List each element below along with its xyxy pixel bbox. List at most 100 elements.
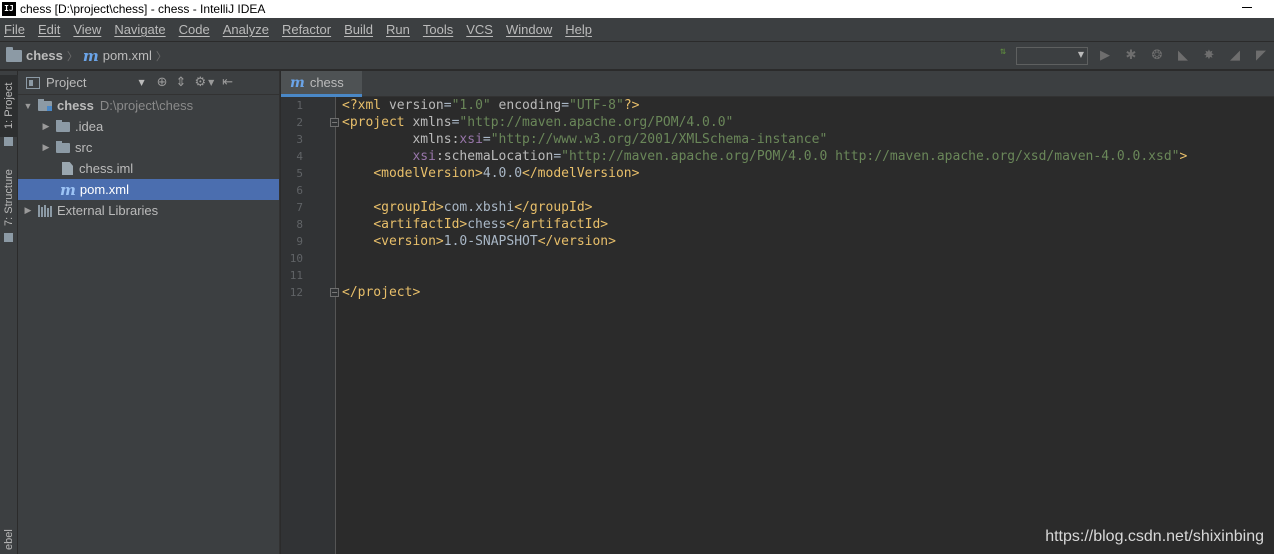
tree-item-external-libraries[interactable]: ▶ External Libraries [18,200,279,221]
line-number: 6 [296,184,303,197]
tab-chess-pom[interactable]: m chess [281,71,362,97]
build-icon[interactable]: ✸ [1200,47,1218,65]
menu-analyze[interactable]: Analyze [221,22,269,37]
menu-tools[interactable]: Tools [421,22,453,37]
line-number: 1 [296,99,303,112]
tree-item-label: chess.iml [79,161,134,176]
line-number: 3 [296,133,303,146]
line-number: 10 [289,252,303,265]
breadcrumb-project[interactable]: chess [6,46,63,63]
collapse-all-icon[interactable]: ⇕ [176,75,187,90]
navigation-bar: chess 〉 m pom.xml 〉 ⇅ ▶ ✱ ❂ ◣ ✸ ◢ ◤ [0,42,1274,70]
menu-run[interactable]: Run [384,22,410,37]
code-line-9: <version>1.0-SNAPSHOT</version> [373,234,616,249]
breadcrumb-file[interactable]: m pom.xml [83,47,152,65]
expanded-arrow-icon[interactable]: ▼ [22,101,34,111]
line-number: 12 [289,286,303,299]
menu-refactor[interactable]: Refactor [280,22,331,37]
tab-structure-tool[interactable]: 7: Structure [0,165,18,231]
module-folder-icon [38,98,52,111]
maven-icon: m [290,74,305,91]
folder-icon [56,140,70,153]
project-tree: ▼ chess D:\project\chess ▶ .idea ▶ src c… [18,95,279,221]
code-editor[interactable]: <?xml version="1.0" encoding="UTF-8"?> <… [342,97,1272,554]
minimize-icon[interactable] [1242,7,1252,8]
fold-collapse-icon[interactable]: − [330,118,339,127]
line-number: 8 [296,218,303,231]
gear-dropdown-icon[interactable]: ▼ [208,78,214,87]
run-configuration-select[interactable] [1016,47,1088,65]
window-title: chess [D:\project\chess] - chess - Intel… [20,2,266,16]
stop-icon[interactable]: ◢ [1226,47,1244,65]
tab-bottom-tool[interactable]: ebel [0,526,18,554]
project-panel-header: Project ▼ ⊕ ⇕ ⚙ ▼ ⇤ [18,71,279,95]
collapsed-arrow-icon[interactable]: ▶ [40,121,52,132]
menu-code[interactable]: Code [177,22,210,37]
editor-tab-bar: m chess [281,71,1274,97]
menu-navigate[interactable]: Navigate [112,22,165,37]
tree-item-pom-xml[interactable]: m pom.xml [18,179,279,200]
watermark: https://blog.csdn.net/shixinbing [1045,528,1264,545]
maven-icon: m [82,46,99,65]
line-number: 4 [296,150,303,163]
tree-item-chess[interactable]: ▼ chess D:\project\chess [18,95,279,116]
tree-item-label: External Libraries [57,203,159,218]
file-icon [62,162,73,175]
menu-build[interactable]: Build [342,22,373,37]
tree-item-label: chess [57,98,94,113]
tree-item-src[interactable]: ▶ src [18,137,279,158]
tree-item-label: src [75,140,93,155]
debug-icon[interactable]: ✱ [1122,47,1140,65]
main-toolbar: ⇅ ▶ ✱ ❂ ◣ ✸ ◢ ◤ [988,42,1274,70]
folder-icon [6,46,22,62]
project-panel: Project ▼ ⊕ ⇕ ⚙ ▼ ⇤ ▼ chess D:\project\c… [18,71,280,554]
run-icon[interactable]: ▶ [1096,47,1114,65]
tree-item-label: .idea [75,119,104,134]
menu-bar: File Edit View Navigate Code Analyze Ref… [0,18,1274,42]
project-tool-icon [4,137,13,146]
collapsed-arrow-icon[interactable]: ▶ [40,142,52,153]
code-line-12: </project> [342,285,421,300]
code-line-2: <project xmlns="http://maven.apache.org/… [342,115,734,130]
menu-help[interactable]: Help [563,22,592,37]
collapsed-arrow-icon[interactable]: ▶ [22,205,34,216]
breadcrumb-file-label: pom.xml [102,48,152,63]
menu-window[interactable]: Window [504,22,552,37]
menu-edit[interactable]: Edit [36,22,60,37]
chevron-right-icon: 〉 [155,49,167,63]
structure-tool-icon [4,233,13,242]
line-number: 2 [296,116,303,129]
line-number: 11 [289,269,303,282]
code-line-5: <modelVersion>4.0.0</modelVersion> [373,166,640,181]
line-number: 9 [296,235,303,248]
code-line-4: xsi:schemaLocation="http://maven.apache.… [412,149,1188,164]
line-number: 7 [296,201,303,214]
coverage-icon[interactable]: ❂ [1148,47,1166,65]
maven-icon: m [60,180,76,199]
breadcrumb-project-label: chess [26,48,63,63]
project-panel-tools: ⊕ ⇕ ⚙ ▼ ⇤ [157,75,242,90]
gear-icon[interactable]: ⚙ [194,75,206,90]
tab-label: chess [309,75,344,90]
tab-project-tool[interactable]: 1: Project [0,75,18,137]
hide-panel-icon[interactable]: ⇤ [222,75,233,90]
tree-item-idea[interactable]: ▶ .idea [18,116,279,137]
menu-view[interactable]: View [71,22,101,37]
chevron-down-icon[interactable]: ▼ [138,78,144,87]
menu-vcs[interactable]: VCS [464,22,493,37]
tree-item-chess-iml[interactable]: chess.iml [18,158,279,179]
profile-icon[interactable]: ◣ [1174,47,1192,65]
project-view-icon [26,76,40,89]
vcs-update-icon[interactable]: ⇅ [996,47,1010,65]
project-panel-title[interactable]: Project [46,75,86,90]
locate-file-icon[interactable]: ⊕ [157,75,168,90]
intellij-logo-icon: IJ [2,2,16,16]
code-line-1: <?xml version="1.0" encoding="UTF-8"?> [342,98,640,113]
search-everywhere-icon[interactable]: ◤ [1252,47,1270,65]
menu-file[interactable]: File [2,22,25,37]
fold-end-icon[interactable]: − [330,288,339,297]
code-line-7: <groupId>com.xbshi</groupId> [373,200,593,215]
editor-gutter: 1 2 3 4 5 6 7 8 9 10 11 12 − − [281,97,339,554]
